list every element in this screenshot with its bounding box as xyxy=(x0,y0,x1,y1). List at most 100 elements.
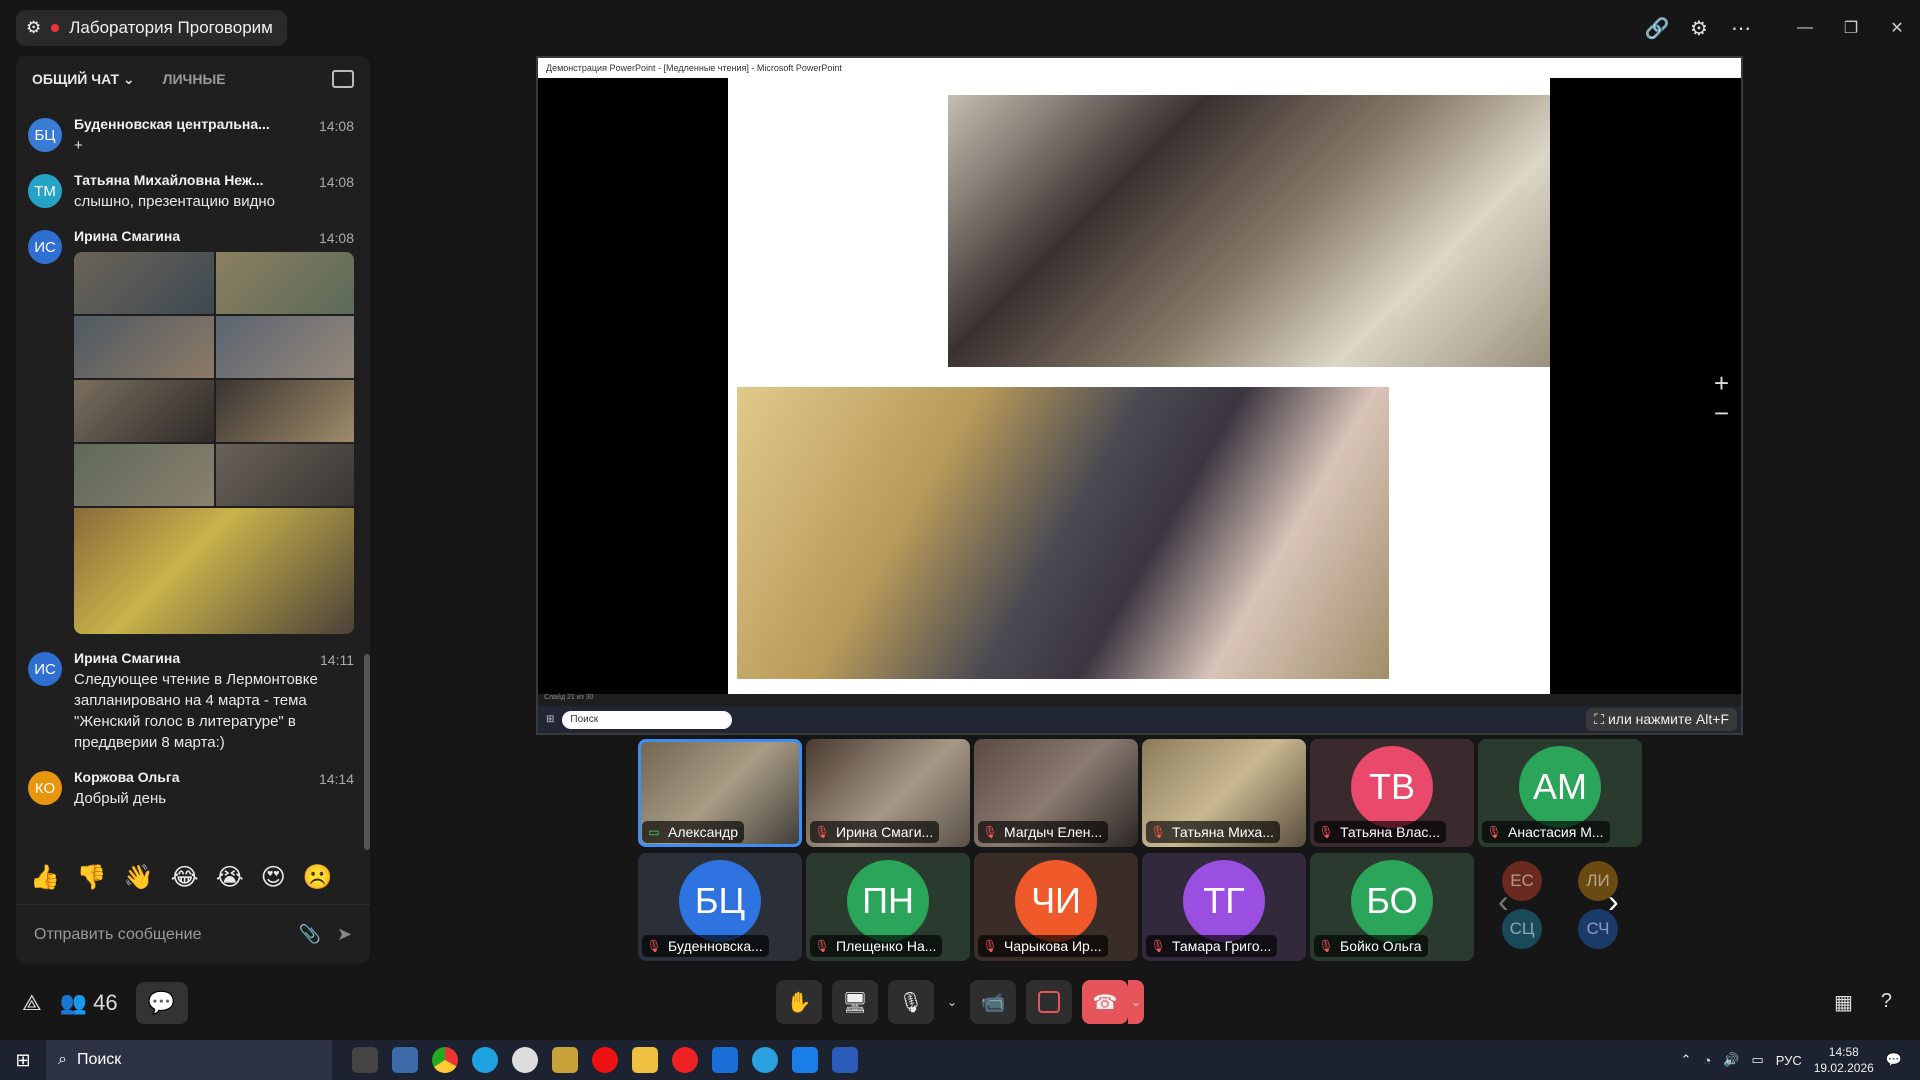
shapes-icon[interactable]: ⟁ xyxy=(22,990,42,1016)
reaction-sad[interactable]: ☹️ xyxy=(303,863,333,892)
tab-general-chat[interactable]: ОБЩИЙ ЧАТ ⌄ xyxy=(32,71,135,88)
wifi-icon[interactable]: ◔ xyxy=(1703,1053,1711,1068)
help-icon[interactable]: ? xyxy=(1881,990,1892,1015)
participant-tile[interactable]: АМ 🎙 Анастасия М... xyxy=(1478,739,1642,847)
more-icon[interactable]: ⋯ xyxy=(1720,7,1762,49)
layout-icon[interactable]: ▦ xyxy=(1834,990,1853,1015)
reaction-wave[interactable]: 👋 xyxy=(124,863,154,892)
avatar: КО xyxy=(28,771,62,805)
gallery-photo[interactable] xyxy=(216,380,354,442)
participant-tile[interactable]: БО 🎙 Бойко Ольга xyxy=(1310,853,1474,961)
room-title-chip[interactable]: ⚙ Лаборатория Проговорим xyxy=(16,10,287,46)
chrome-icon[interactable] xyxy=(432,1047,458,1073)
close-window-button[interactable]: ✕ xyxy=(1874,0,1920,56)
reaction-laugh[interactable]: 😂 xyxy=(171,863,199,892)
raise-hand-button[interactable]: ✋ xyxy=(776,980,822,1024)
taskbar-app-icon[interactable] xyxy=(552,1047,578,1073)
gear-icon[interactable]: ⚙ xyxy=(1678,7,1720,49)
attach-icon[interactable]: 📎 xyxy=(298,924,320,945)
message-time: 14:11 xyxy=(320,652,354,668)
language-indicator[interactable]: РУС xyxy=(1776,1053,1802,1068)
participant-tile[interactable]: 🎙 Ирина Смаги... xyxy=(806,739,970,847)
participant-label: 🎙 Тамара Григо... xyxy=(1146,935,1278,957)
avatar: ЧИ xyxy=(1015,859,1097,942)
share-screen-button[interactable]: 🖥 xyxy=(832,980,878,1024)
gallery-photo[interactable] xyxy=(74,508,354,634)
zoom-out-icon[interactable]: − xyxy=(1714,398,1729,428)
edge-icon[interactable] xyxy=(472,1047,498,1073)
chevron-down-icon[interactable]: ⌄ xyxy=(1128,980,1144,1024)
presentation-slide xyxy=(728,78,1550,694)
mic-toggle-button[interactable]: 🎙 xyxy=(888,980,934,1024)
reaction-heart-eyes[interactable]: 😍 xyxy=(261,863,286,892)
participant-tile[interactable]: ЧИ 🎙 Чарыкова Ир... xyxy=(974,853,1138,961)
gallery-photo[interactable] xyxy=(74,380,214,442)
participant-tile[interactable]: 🎙 Татьяна Миха... xyxy=(1142,739,1306,847)
avatar: ИС xyxy=(28,230,62,264)
taskbar-app-icon[interactable] xyxy=(352,1047,378,1073)
mic-off-icon: 🎙 xyxy=(1318,939,1334,953)
gallery-photo[interactable] xyxy=(216,316,354,378)
opera-icon[interactable] xyxy=(592,1047,618,1073)
clock[interactable]: 14:58 19.02.2026 xyxy=(1814,1044,1874,1076)
reaction-thumbs-up[interactable]: 👍 xyxy=(30,863,60,892)
chevron-up-icon[interactable]: ⌃ xyxy=(1680,1052,1691,1068)
restore-button[interactable]: ❐ xyxy=(1828,0,1874,56)
record-button[interactable] xyxy=(1026,980,1072,1024)
yandex-icon[interactable] xyxy=(672,1047,698,1073)
notification-icon[interactable]: 💬 xyxy=(1886,1052,1902,1068)
message-input[interactable]: Отправить сообщение xyxy=(34,926,201,944)
participant-tile[interactable]: ТВ 🎙 Татьяна Влас... xyxy=(1310,739,1474,847)
gallery-photo[interactable] xyxy=(216,252,354,314)
avatar: БЦ xyxy=(679,859,761,942)
camera-toggle-button[interactable]: 📹 xyxy=(970,980,1016,1024)
mic-off-icon: 🎙 xyxy=(814,939,830,953)
popout-icon[interactable] xyxy=(332,70,354,88)
participants-button[interactable]: 👥 46 xyxy=(60,990,118,1016)
taskbar-search[interactable]: ⌕ Поиск xyxy=(46,1040,332,1080)
participant-tile[interactable]: ТГ 🎙 Тамара Григо... xyxy=(1142,853,1306,961)
chevron-left-icon[interactable]: ‹ xyxy=(1498,883,1509,920)
word-icon[interactable] xyxy=(832,1047,858,1073)
volume-icon[interactable]: 🔊 xyxy=(1723,1052,1739,1068)
send-icon[interactable]: ➤ xyxy=(337,924,352,945)
folder-icon[interactable] xyxy=(632,1047,658,1073)
windows-taskbar: ⊞ ⌕ Поиск ⌃ ◔ 🔊 ▭ РУС 14:58 19.02.2026 💬 xyxy=(0,1040,1920,1080)
gallery-photo[interactable] xyxy=(74,252,214,314)
participant-tile[interactable]: БЦ 🎙 Буденновска... xyxy=(638,853,802,961)
outlook-icon[interactable] xyxy=(712,1047,738,1073)
chevron-down-icon[interactable]: ⌄ xyxy=(944,995,960,1009)
message-time: 14:08 xyxy=(318,230,354,246)
network-icon[interactable]: ▭ xyxy=(1751,1052,1763,1068)
taskbar-app-icon[interactable] xyxy=(512,1047,538,1073)
leave-call-button[interactable]: ☎ xyxy=(1082,980,1128,1024)
chat-scrollbar[interactable] xyxy=(364,654,370,850)
participant-label: 🎙 Бойко Ольга xyxy=(1314,935,1428,957)
chat-toggle-button[interactable]: 💬 xyxy=(135,982,188,1024)
gallery-photo[interactable] xyxy=(74,316,214,378)
link-icon[interactable]: 🔗 xyxy=(1636,7,1678,49)
reaction-thumbs-down[interactable]: 👎 xyxy=(77,863,107,892)
participant-tile[interactable]: ▭ Александр xyxy=(638,739,802,847)
participant-tile[interactable]: 🎙 Магдыч Елен... xyxy=(974,739,1138,847)
avatar: ПН xyxy=(847,859,929,942)
start-button[interactable]: ⊞ xyxy=(0,1040,46,1080)
participant-tile[interactable]: ПН 🎙 Плещенко На... xyxy=(806,853,970,961)
more-participants[interactable]: ЕС ЛИ СЦ СЧ ‹ › xyxy=(1478,853,1642,961)
gallery-photo[interactable] xyxy=(74,444,214,506)
telegram-icon[interactable] xyxy=(752,1047,778,1073)
chevron-right-icon[interactable]: › xyxy=(1608,883,1619,920)
gallery-photo[interactable] xyxy=(216,444,354,506)
minimize-button[interactable]: — xyxy=(1782,0,1828,56)
message-composer[interactable]: Отправить сообщение 📎 ➤ xyxy=(16,904,370,964)
mic-off-icon: 🎙 xyxy=(1150,825,1166,839)
shared-search: Поиск xyxy=(562,710,733,729)
taskbar-app-icon[interactable] xyxy=(392,1047,418,1073)
ppt-window-title: Демонстрация PowerPoint - [Медленные чте… xyxy=(538,58,1741,78)
zoom-in-icon[interactable]: + xyxy=(1714,368,1729,398)
photo-gallery[interactable] xyxy=(74,252,354,634)
tab-private[interactable]: ЛИЧНЫЕ xyxy=(163,71,226,87)
conference-app-icon[interactable] xyxy=(792,1047,818,1073)
shared-taskbar: ⊞ Поиск xyxy=(538,706,1741,733)
reaction-cry[interactable]: 😭 xyxy=(216,863,244,892)
